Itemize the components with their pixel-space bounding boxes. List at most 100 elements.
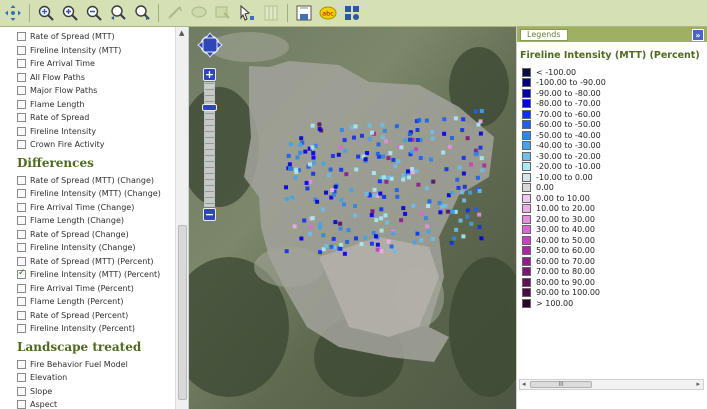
layer-checkbox[interactable] (17, 373, 26, 383)
layer-item[interactable]: Elevation (0, 371, 175, 385)
raster-cell (442, 131, 447, 136)
layer-checkbox[interactable] (17, 99, 26, 109)
raster-cell (310, 216, 315, 221)
zoom-in-icon[interactable] (60, 3, 80, 23)
layer-checkbox[interactable] (17, 45, 26, 55)
layer-checkbox[interactable] (17, 229, 26, 239)
measure-icon[interactable] (165, 3, 185, 23)
layer-item[interactable]: Rate of Spread (Change) (0, 228, 175, 242)
layer-item[interactable]: Fire Arrival Time (Change) (0, 201, 175, 215)
layer-item[interactable]: Rate of Spread (Percent) (0, 309, 175, 323)
zoom-next-icon[interactable] (132, 3, 152, 23)
layer-label: Fireline Intensity (Change) (30, 243, 136, 253)
layer-checkbox[interactable] (17, 113, 26, 123)
legend-scroll-thumb[interactable]: III (530, 381, 592, 388)
layer-item[interactable]: Rate of Spread (MTT) (Change) (0, 174, 175, 188)
layer-item[interactable]: Flame Length (Change) (0, 214, 175, 228)
collapse-legend-button[interactable]: » (692, 28, 704, 41)
layer-checkbox[interactable] (17, 283, 26, 293)
pan-control[interactable] (197, 30, 223, 60)
layer-item[interactable]: Fire Arrival Time (Percent) (0, 282, 175, 296)
identify-icon[interactable] (237, 3, 257, 23)
layer-checkbox[interactable] (17, 72, 26, 82)
layer-checkbox[interactable] (17, 256, 26, 266)
zoom-slider-track[interactable] (204, 82, 215, 207)
layer-checkbox[interactable] (17, 359, 26, 369)
legend-entry: 0.00 to 10.00 (517, 193, 707, 204)
legend-swatch (522, 183, 531, 193)
layer-panel-scrollbar[interactable]: ▲ (175, 27, 188, 409)
raster-cell (450, 136, 454, 140)
layer-checkbox[interactable] (17, 86, 26, 96)
layer-checkbox[interactable] (17, 243, 26, 253)
scroll-left-icon[interactable]: ◂ (522, 380, 526, 388)
raster-cell (303, 149, 308, 154)
layer-checkbox[interactable] (17, 400, 26, 409)
layer-item[interactable]: Crown Fire Activity (0, 138, 175, 152)
legend-label: 60.00 to 70.00 (536, 256, 595, 266)
layer-item[interactable]: Aspect (0, 398, 175, 409)
layer-item[interactable]: Major Flow Paths (0, 84, 175, 98)
layer-checkbox[interactable] (17, 189, 26, 199)
map-view[interactable] (189, 27, 516, 409)
layer-item[interactable]: Fireline Intensity (Change) (0, 241, 175, 255)
raster-cell (381, 154, 385, 159)
layer-label: Fire Arrival Time (30, 59, 95, 69)
zoom-extent-icon[interactable] (36, 3, 56, 23)
zoom-out-icon[interactable] (84, 3, 104, 23)
layer-checkbox[interactable] (17, 297, 26, 307)
layer-item[interactable]: Flame Length (0, 98, 175, 112)
raster-cell (401, 177, 406, 182)
comment-icon[interactable] (189, 3, 209, 23)
spell-check-icon[interactable]: abc (318, 3, 338, 23)
app-root: abc Rate of Spread (MTT) Fireline Intensi… (0, 0, 707, 409)
layer-checkbox[interactable] (17, 310, 26, 320)
zoom-out-button[interactable]: − (203, 208, 216, 221)
zoom-in-button[interactable]: + (203, 68, 216, 81)
legend-swatch (522, 267, 531, 277)
legend-horizontal-scrollbar[interactable]: ◂ III ▸ (519, 379, 704, 390)
layer-item[interactable]: Flame Length (Percent) (0, 295, 175, 309)
raster-cell (415, 231, 420, 236)
raster-cell (374, 234, 378, 239)
layer-item[interactable]: Fireline Intensity (MTT) (Percent) (0, 268, 175, 282)
layer-checkbox[interactable] (17, 126, 26, 136)
layer-checkbox[interactable] (17, 324, 26, 334)
layer-item[interactable]: Fire Behavior Fuel Model (0, 358, 175, 372)
layer-checkbox[interactable] (17, 140, 26, 150)
layer-item[interactable]: Fire Arrival Time (0, 57, 175, 71)
scroll-right-icon[interactable]: ▸ (696, 380, 700, 388)
table-icon[interactable] (261, 3, 281, 23)
map-imagery[interactable] (189, 27, 516, 409)
raster-cell (461, 171, 466, 176)
layer-item[interactable]: Rate of Spread (MTT) (0, 30, 175, 44)
raster-cell (299, 136, 304, 141)
raster-cell (391, 231, 396, 236)
export-map-icon[interactable] (294, 3, 314, 23)
layer-item[interactable]: Fireline Intensity (MTT) (Change) (0, 187, 175, 201)
layer-checkbox[interactable] (17, 59, 26, 69)
layer-checkbox[interactable] (17, 216, 26, 226)
layer-checkbox[interactable] (17, 386, 26, 396)
layer-item[interactable]: Fireline Intensity (MTT) (0, 44, 175, 58)
layer-checkbox[interactable] (17, 268, 26, 280)
legends-tab[interactable]: Legends (520, 28, 568, 41)
scroll-up-icon[interactable]: ▲ (179, 29, 184, 37)
layer-item[interactable]: All Flow Paths (0, 71, 175, 85)
zoom-previous-icon[interactable] (108, 3, 128, 23)
zoom-slider-handle[interactable] (202, 104, 217, 111)
layer-item[interactable]: Fireline Intensity (Percent) (0, 322, 175, 336)
legend-label: -70.00 to -60.00 (536, 109, 601, 119)
layer-checkbox[interactable] (17, 32, 26, 42)
pan-tool-icon[interactable] (3, 3, 23, 23)
select-features-icon[interactable] (213, 3, 233, 23)
layer-item[interactable]: Rate of Spread (0, 111, 175, 125)
layer-item[interactable]: Rate of Spread (MTT) (Percent) (0, 255, 175, 269)
settings-icon[interactable] (342, 3, 362, 23)
raster-cell (360, 133, 364, 138)
layer-checkbox[interactable] (17, 202, 26, 212)
scrollbar-thumb[interactable] (178, 225, 187, 400)
layer-item[interactable]: Fireline Intensity (0, 125, 175, 139)
layer-checkbox[interactable] (17, 175, 26, 185)
layer-item[interactable]: Slope (0, 385, 175, 399)
